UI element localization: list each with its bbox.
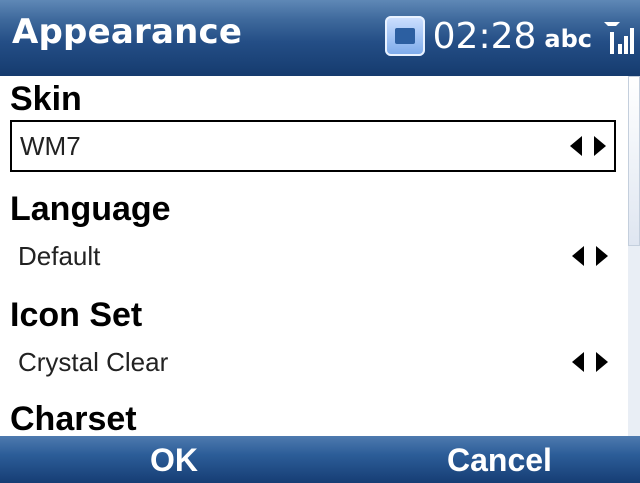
iconset-arrows[interactable] (572, 352, 608, 372)
status-area: 02:28 abc (384, 10, 634, 62)
title-bar: Appearance 02:28 abc (0, 0, 640, 76)
next-option-icon[interactable] (594, 136, 606, 156)
iconset-label: Icon Set (10, 296, 143, 334)
clock[interactable]: 02:28 (433, 16, 537, 57)
language-value: Default (18, 240, 101, 271)
language-section: Language (10, 190, 620, 229)
cancel-softkey[interactable]: Cancel (447, 442, 552, 479)
input-mode-indicator[interactable]: abc (544, 25, 592, 53)
charset-label: Charset (10, 400, 137, 438)
skin-selector[interactable]: WM7 (10, 120, 616, 172)
skin-label: Skin (10, 80, 82, 118)
charset-section: Charset (10, 400, 620, 439)
skin-arrows[interactable] (570, 136, 606, 156)
signal-bar-1 (618, 44, 622, 54)
antenna-mast (610, 32, 614, 54)
vertical-scrollbar[interactable] (628, 76, 640, 436)
skin-value: WM7 (20, 130, 81, 161)
scrollbar-thumb[interactable] (628, 76, 640, 246)
softkey-bar: OK Cancel (0, 436, 640, 483)
language-label: Language (10, 190, 171, 228)
signal-icon[interactable] (600, 16, 634, 56)
skin-section: Skin (10, 80, 620, 119)
next-option-icon[interactable] (596, 246, 608, 266)
app-icon[interactable] (384, 16, 425, 56)
page-title: Appearance (12, 12, 243, 52)
ok-softkey[interactable]: OK (150, 442, 198, 479)
language-selector[interactable]: Default (10, 230, 616, 282)
next-option-icon[interactable] (596, 352, 608, 372)
settings-content: Skin WM7 Language Default Icon Set Cryst… (0, 76, 640, 439)
signal-bar-2 (624, 36, 628, 54)
previous-option-icon[interactable] (572, 246, 584, 266)
iconset-section: Icon Set (10, 296, 620, 335)
language-arrows[interactable] (572, 246, 608, 266)
previous-option-icon[interactable] (570, 136, 582, 156)
iconset-selector[interactable]: Crystal Clear (10, 336, 616, 388)
signal-bar-3 (630, 28, 634, 54)
iconset-value: Crystal Clear (18, 346, 169, 377)
previous-option-icon[interactable] (572, 352, 584, 372)
